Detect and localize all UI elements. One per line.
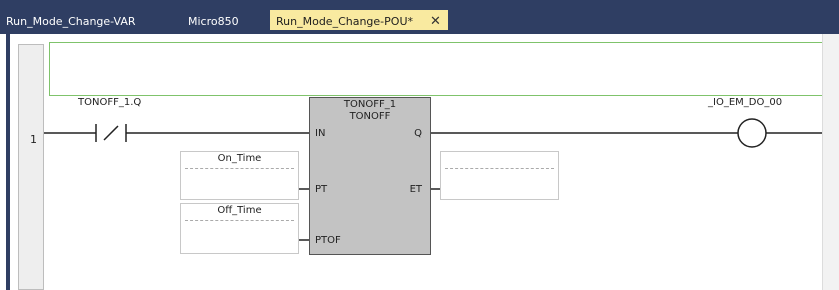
tab-run-mode-change-var[interactable]: Run_Mode_Change-VAR xyxy=(6,10,136,34)
pin-q-label[interactable]: Q xyxy=(414,128,422,139)
document-tab-bar: Run_Mode_Change-VAR Micro850 Run_Mode_Ch… xyxy=(0,0,839,34)
nc-contact-icon xyxy=(95,124,127,142)
tab-micro850[interactable]: Micro850 xyxy=(188,10,239,34)
et-variable-box[interactable] xyxy=(440,151,559,200)
ptof-variable-box[interactable]: Off_Time xyxy=(180,203,299,254)
pt-variable-name: On_Time xyxy=(217,153,262,164)
pin-pt-label[interactable]: PT xyxy=(315,184,327,195)
block-instance-name: TONOFF_1 xyxy=(343,99,397,110)
tab-run-mode-change-pou[interactable]: Run_Mode_Change-POU* ✕ xyxy=(270,10,448,34)
pin-ptof-label[interactable]: PTOF xyxy=(315,235,341,246)
coil-variable-label[interactable]: _IO_EM_DO_00 xyxy=(708,97,782,108)
pin-in-label[interactable]: IN xyxy=(315,128,325,139)
value-divider xyxy=(445,168,554,169)
value-divider xyxy=(185,220,294,221)
vertical-scrollbar[interactable] xyxy=(822,34,839,290)
close-icon[interactable]: ✕ xyxy=(430,10,441,34)
pin-et-label[interactable]: ET xyxy=(410,184,422,195)
value-divider xyxy=(185,168,294,169)
pt-variable-box[interactable]: On_Time xyxy=(180,151,299,200)
ladder-editor[interactable]: 1 TONOFF_1.Q _IO_EM_DO_00 On_Time Off_Ti… xyxy=(0,34,839,290)
tonoff-function-block[interactable]: TONOFF_1 TONOFF IN PT PTOF Q ET xyxy=(309,97,431,255)
coil-icon xyxy=(737,118,767,148)
ptof-variable-name: Off_Time xyxy=(217,205,262,216)
contact-variable-label[interactable]: TONOFF_1.Q xyxy=(78,97,141,108)
block-type-name: TONOFF xyxy=(349,111,391,122)
tab-label: Run_Mode_Change-POU* xyxy=(276,15,413,28)
